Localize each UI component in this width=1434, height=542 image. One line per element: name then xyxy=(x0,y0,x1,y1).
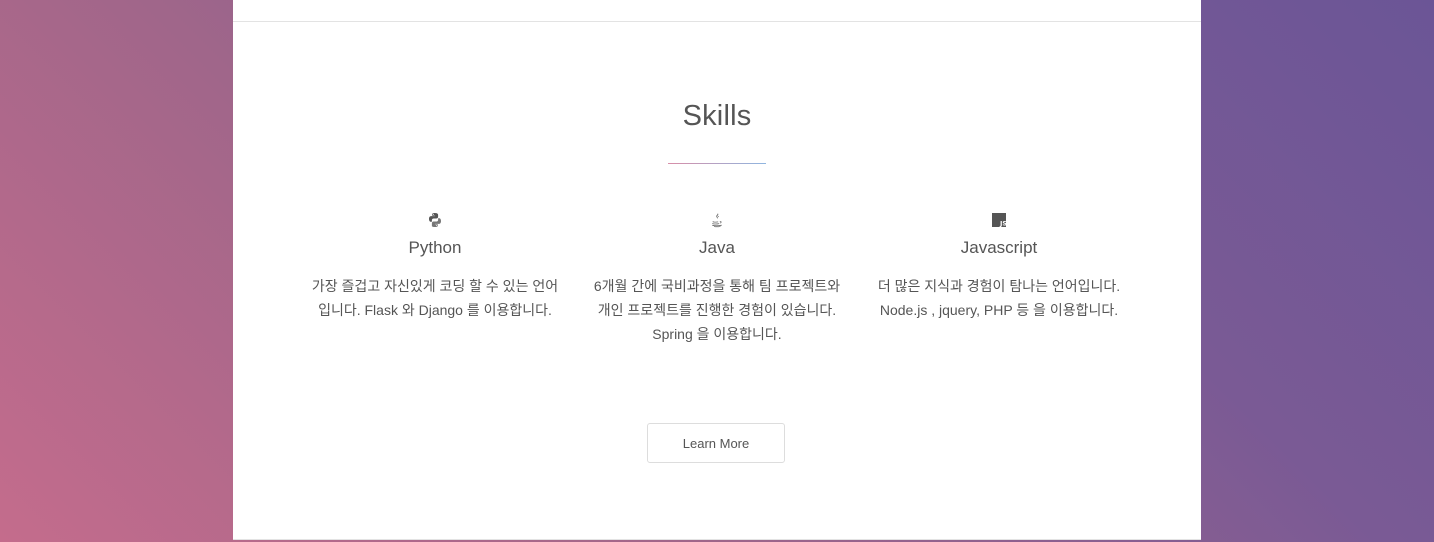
bottom-divider xyxy=(233,539,1201,540)
title-underline xyxy=(668,163,766,164)
skill-card-javascript: JS Javascript 더 많은 지식과 경험이 탐나는 언어입니다. No… xyxy=(874,212,1124,322)
skill-description: 6개월 간에 국비과정을 통해 팀 프로젝트와 개인 프로젝트를 진행한 경험이… xyxy=(593,278,841,342)
svg-text:JS: JS xyxy=(999,219,1007,227)
skill-description: 가장 즐겁고 자신있게 코딩 할 수 있는 언어입니다. Flask 와 Dja… xyxy=(311,278,559,318)
skill-description: 더 많은 지식과 경험이 탐나는 언어입니다. Node.js , jquery… xyxy=(877,278,1121,318)
top-divider xyxy=(233,21,1201,22)
learn-more-button[interactable]: Learn More xyxy=(647,423,785,463)
skill-card-python: Python 가장 즐겁고 자신있게 코딩 할 수 있는 언어입니다. Flas… xyxy=(310,212,560,322)
skill-name: Java xyxy=(699,238,735,257)
skill-card-java: Java 6개월 간에 국비과정을 통해 팀 프로젝트와 개인 프로젝트를 진행… xyxy=(592,212,842,346)
skills-panel: Skills Python 가장 즐겁고 자신있게 코딩 할 수 있는 언어입니… xyxy=(233,0,1201,540)
skill-name: Javascript xyxy=(960,238,1038,257)
java-icon xyxy=(712,213,722,228)
section-title: Skills xyxy=(682,100,752,132)
skill-name: Python xyxy=(408,238,462,257)
javascript-icon: JS xyxy=(992,213,1007,227)
python-icon xyxy=(429,213,441,227)
